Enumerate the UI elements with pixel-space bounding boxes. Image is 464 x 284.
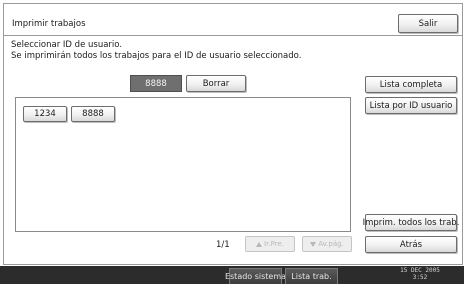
title-bar: Imprimir trabajos [4,4,462,36]
system-status-button[interactable]: Estado sistema [225,268,286,284]
list-by-user-id-button[interactable]: Lista por ID usuario [365,97,457,114]
date-text: 15 DEC 2005 [400,267,440,274]
page-indicator: 1/1 [216,240,230,250]
user-id-button-8888[interactable]: 8888 [71,106,115,122]
previous-page-button[interactable]: Ir.Pre. [245,236,295,252]
previous-page-label: Ir.Pre. [264,240,284,248]
arrow-down-icon [310,241,317,247]
next-page-label: Av.pág. [318,240,344,248]
back-button[interactable]: Atrás [365,236,457,253]
full-list-button[interactable]: Lista completa [365,76,457,93]
instruction-line-1: Seleccionar ID de usuario. [11,40,123,50]
user-id-display: 8888 [130,75,182,92]
page-title: Imprimir trabajos [12,19,86,29]
job-list-button[interactable]: Lista trab. [285,268,338,284]
instruction-line-2: Se imprimirán todos los trabajos para el… [11,51,302,61]
time-text: 3:52 [412,274,428,281]
arrow-up-icon [256,241,263,247]
print-all-jobs-button[interactable]: Imprim. todos los trab. [363,214,459,231]
exit-button[interactable]: Salir [398,14,458,33]
date-time: 15 DEC 2005 3:52 [388,267,452,281]
next-page-button[interactable]: Av.pág. [302,236,352,252]
clear-button[interactable]: Borrar [186,75,246,92]
user-id-button-1234[interactable]: 1234 [23,106,67,122]
